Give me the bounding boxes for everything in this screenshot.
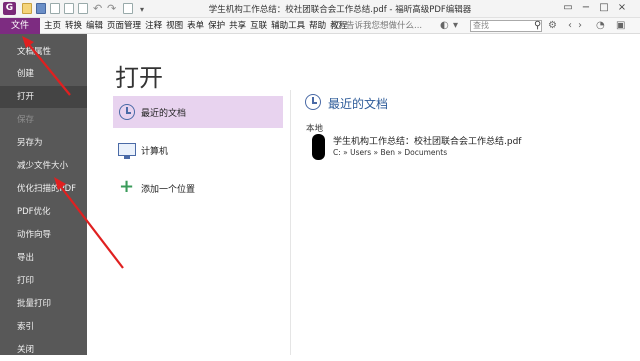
recent-title: 最近的文档 — [328, 97, 389, 111]
menu-share[interactable]: 共享 — [227, 18, 248, 34]
sidebar-item-create[interactable]: 创建 — [0, 63, 87, 85]
sidebar-item-optimize-scanned[interactable]: 优化扫描的PDF — [0, 178, 87, 200]
user-avatar-icon[interactable]: ▣ — [616, 20, 625, 32]
sidebar-item-close[interactable]: 关闭 — [0, 339, 87, 361]
next-icon[interactable]: › — [578, 20, 582, 32]
settings-icon[interactable]: ⚙ — [548, 20, 557, 32]
place-label: 最近的文档 — [141, 109, 187, 119]
place-label: 添加一个位置 — [141, 185, 196, 195]
clock-icon — [305, 94, 321, 110]
menu-comment[interactable]: 注释 — [143, 18, 164, 34]
sidebar-item-index[interactable]: 索引 — [0, 316, 87, 338]
annotation-arrows — [22, 36, 124, 269]
skin-icon[interactable]: ◐ — [440, 20, 449, 32]
tell-me-placeholder: 告诉我您想做什么... — [346, 21, 423, 31]
menu-items: 主页 转换 编辑 页面管理 注释 视图 表单 保护 共享 互联 辅助工具 帮助 … — [42, 18, 349, 34]
prev-icon[interactable]: ‹ — [568, 20, 572, 32]
sidebar-item-print[interactable]: 打印 — [0, 270, 87, 292]
menu-form[interactable]: 表单 — [185, 18, 206, 34]
sidebar-item-doc-properties[interactable]: 文档属性 — [0, 41, 87, 63]
sidebar-item-batch-print[interactable]: 批量打印 — [0, 293, 87, 315]
place-computer[interactable]: 计算机 — [113, 134, 283, 166]
menu-edit[interactable]: 编辑 — [84, 18, 105, 34]
place-add-location[interactable]: + 添加一个位置 — [113, 172, 283, 204]
computer-icon — [118, 143, 136, 159]
minimize-button[interactable]: − — [578, 1, 594, 15]
file-name: 学生机构工作总结：校社团联合会工作总结.pdf — [333, 137, 522, 147]
sidebar-item-action-wizard[interactable]: 动作向导 — [0, 224, 87, 246]
menu-help[interactable]: 帮助 — [307, 18, 328, 34]
menu-bar: 文件 主页 转换 编辑 页面管理 注释 视图 表单 保护 共享 互联 辅助工具 … — [0, 18, 640, 34]
menu-accessibility[interactable]: 辅助工具 — [269, 18, 307, 34]
thumbs-up-icon[interactable]: ▾ — [453, 20, 458, 32]
place-recent-docs[interactable]: 最近的文档 — [113, 96, 283, 128]
notification-icon[interactable]: ◔ — [596, 20, 605, 32]
tell-me-box[interactable]: 告诉我您想做什么... — [334, 18, 422, 34]
window-title: 学生机构工作总结：校社团联合会工作总结.pdf - 福昕高级PDF编辑器 — [208, 5, 472, 15]
lightbulb-icon — [334, 21, 342, 29]
recent-file-item[interactable]: 学生机构工作总结：校社团联合会工作总结.pdf C: » Users » Ben… — [310, 132, 610, 162]
maximize-button[interactable]: □ — [596, 1, 612, 15]
menu-protect[interactable]: 保护 — [206, 18, 227, 34]
search-input[interactable]: 查找 — [470, 20, 542, 32]
page-title: 打开 — [115, 64, 163, 92]
menu-home[interactable]: 主页 — [42, 18, 63, 34]
sidebar-item-save: 保存 — [17, 115, 35, 125]
sidebar-item-save-as[interactable]: 另存为 — [0, 132, 87, 154]
file-sidebar: 文档属性 创建 打开 保存 另存为 减少文件大小 优化扫描的PDF PDF优化 … — [0, 34, 87, 355]
pdf-file-icon — [312, 134, 325, 160]
menu-convert[interactable]: 转换 — [63, 18, 84, 34]
menu-connect[interactable]: 互联 — [248, 18, 269, 34]
menu-page-manage[interactable]: 页面管理 — [105, 18, 143, 34]
sidebar-item-open[interactable]: 打开 — [0, 86, 87, 108]
file-path: C: » Users » Ben » Documents — [333, 148, 448, 157]
sidebar-item-pdf-optimize[interactable]: PDF优化 — [0, 201, 87, 223]
sidebar-item-reduce-size[interactable]: 减少文件大小 — [0, 155, 87, 177]
place-label: 计算机 — [141, 147, 169, 157]
restore-ribbon-button[interactable]: ▭ — [560, 1, 576, 15]
plus-icon: + — [119, 176, 135, 197]
menu-view[interactable]: 视图 — [164, 18, 185, 34]
title-bar: G ↶ ↷ ▾ 学生机构工作总结：校社团联合会工作总结.pdf - 福昕高级PD… — [0, 0, 640, 18]
sidebar-item-export[interactable]: 导出 — [0, 247, 87, 269]
search-icon[interactable]: ⚲ — [534, 20, 541, 31]
close-button[interactable]: × — [614, 1, 630, 15]
panel-divider — [290, 90, 291, 355]
clock-icon — [119, 104, 135, 120]
file-menu[interactable]: 文件 — [0, 18, 40, 34]
